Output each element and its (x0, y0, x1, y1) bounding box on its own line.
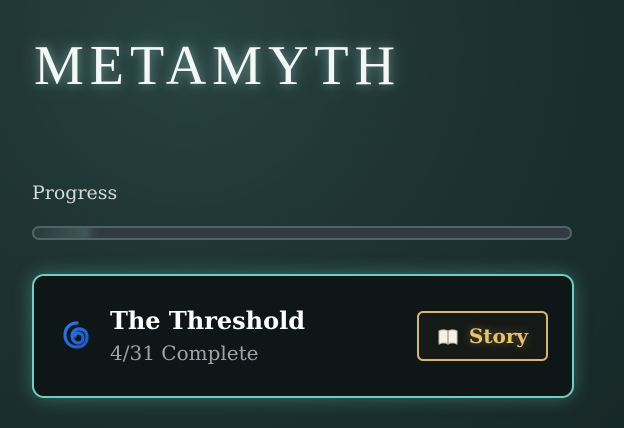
main-screen: METAMYTH Progress The Threshold 4/31 Com… (0, 0, 624, 428)
app-title: METAMYTH (34, 35, 402, 97)
progress-label: Progress (32, 182, 118, 204)
story-button-label: Story (468, 324, 528, 348)
chapter-info: The Threshold 4/31 Complete (110, 305, 417, 366)
progress-bar (32, 226, 572, 240)
progress-fill (34, 228, 88, 238)
chapter-status: 4/31 Complete (110, 341, 259, 366)
spiral-icon (60, 319, 94, 353)
book-icon (437, 327, 459, 345)
story-button[interactable]: Story (416, 311, 548, 361)
chapter-title: The Threshold (110, 305, 306, 335)
chapter-card[interactable]: The Threshold 4/31 Complete Story (32, 274, 574, 398)
